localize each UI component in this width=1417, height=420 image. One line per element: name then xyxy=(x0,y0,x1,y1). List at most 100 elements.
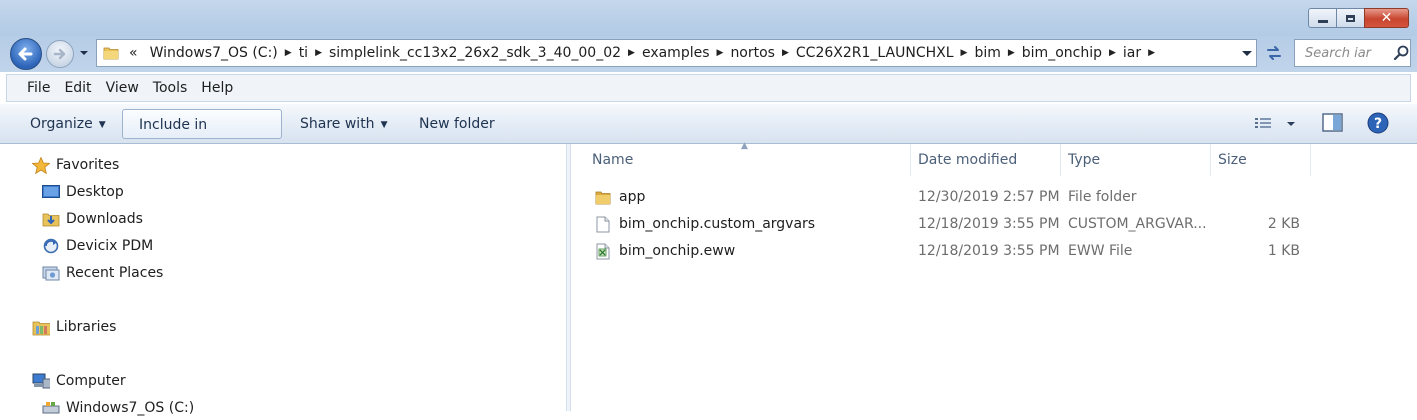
address-bar[interactable]: « Windows7_OS (C:) ▶ ti ▶ simplelink_cc1… xyxy=(96,39,1257,67)
breadcrumb-item[interactable]: Windows7_OS (C:) xyxy=(144,45,284,61)
nav-devicix-pdm[interactable]: Devicix PDM xyxy=(42,234,153,258)
include-in-library-button[interactable]: Include in library▼ xyxy=(122,109,282,163)
breadcrumb-item[interactable]: CC26X2R1_LAUNCHXL xyxy=(790,45,960,61)
menu-bar: File Edit View Tools Help xyxy=(6,74,1411,102)
libraries-icon xyxy=(32,319,50,335)
file-date: 12/18/2019 3:55 PM xyxy=(918,243,1060,259)
file-name: bim_onchip.custom_argvars xyxy=(619,216,816,232)
column-header-date[interactable]: Date modified xyxy=(911,144,1061,176)
breadcrumb-item[interactable]: iar xyxy=(1117,45,1147,61)
file-type: EWW File xyxy=(1068,243,1133,259)
nav-label: Downloads xyxy=(66,211,143,227)
desktop-icon xyxy=(42,184,60,200)
nav-drive-c[interactable]: Windows7_OS (C:) xyxy=(42,396,194,420)
column-header-type[interactable]: Type xyxy=(1061,144,1211,176)
nav-libraries[interactable]: Libraries xyxy=(32,315,116,339)
chevron-right-icon[interactable]: ▶ xyxy=(716,48,725,58)
breadcrumb-overflow[interactable]: « xyxy=(127,45,144,61)
sync-globe-icon xyxy=(42,238,60,254)
chevron-right-icon[interactable]: ▶ xyxy=(284,48,293,58)
refresh-icon xyxy=(1267,46,1281,60)
blank-file-icon xyxy=(596,216,610,233)
file-type: CUSTOM_ARGVAR... xyxy=(1068,216,1207,232)
preview-pane-button[interactable] xyxy=(1322,113,1344,135)
recent-pages-dropdown-icon[interactable] xyxy=(79,48,89,58)
breadcrumb-item[interactable]: simplelink_cc13x2_26x2_sdk_3_40_00_02 xyxy=(323,45,627,61)
breadcrumb-item[interactable]: examples xyxy=(636,45,716,61)
file-size: 2 KB xyxy=(1267,216,1300,232)
nav-label: Computer xyxy=(56,373,126,389)
folder-icon xyxy=(103,47,119,60)
title-bar: ✕ xyxy=(0,0,1417,36)
sort-ascending-icon: ▲ xyxy=(741,141,748,151)
maximize-icon xyxy=(1346,14,1355,22)
nav-label: Favorites xyxy=(56,157,120,173)
close-button[interactable]: ✕ xyxy=(1364,8,1409,28)
back-arrow-icon xyxy=(18,47,33,61)
file-date: 12/30/2019 2:57 PM xyxy=(918,189,1060,205)
menu-tools[interactable]: Tools xyxy=(146,75,195,101)
menu-view[interactable]: View xyxy=(99,75,146,101)
chevron-right-icon[interactable]: ▶ xyxy=(314,48,323,58)
breadcrumb-item[interactable]: bim xyxy=(968,45,1006,61)
chevron-right-icon[interactable]: ▶ xyxy=(1007,48,1016,58)
window-controls: ✕ xyxy=(1308,8,1409,28)
nav-label: Recent Places xyxy=(66,265,164,281)
file-row[interactable]: app 12/30/2019 2:57 PM File folder xyxy=(571,184,1417,211)
chevron-right-icon[interactable]: ▶ xyxy=(1147,48,1156,58)
address-history-dropdown-icon[interactable] xyxy=(1242,50,1252,58)
change-view-button[interactable] xyxy=(1254,113,1298,135)
svg-text:?: ? xyxy=(1374,116,1382,132)
nav-favorites[interactable]: Favorites xyxy=(32,153,119,177)
file-row[interactable]: bim_onchip.custom_argvars 12/18/2019 3:5… xyxy=(571,211,1417,238)
star-icon xyxy=(32,156,50,174)
column-header-size[interactable]: Size xyxy=(1211,144,1311,176)
minimize-button[interactable] xyxy=(1308,8,1337,28)
file-date: 12/18/2019 3:55 PM xyxy=(918,216,1060,232)
close-icon: ✕ xyxy=(1380,10,1393,26)
nav-desktop[interactable]: Desktop xyxy=(42,180,124,204)
minimize-icon xyxy=(1317,19,1328,23)
organize-label: Organize xyxy=(30,116,93,132)
search-input[interactable] xyxy=(1303,44,1393,62)
share-with-button[interactable]: Share with ▼ xyxy=(300,109,387,139)
file-size xyxy=(1210,184,1300,211)
breadcrumb-item[interactable]: nortos xyxy=(724,45,781,61)
menu-file[interactable]: File xyxy=(20,75,57,101)
new-folder-button[interactable]: New folder xyxy=(419,109,495,139)
refresh-button[interactable] xyxy=(1261,40,1287,66)
nav-computer[interactable]: Computer xyxy=(32,369,126,393)
back-button[interactable] xyxy=(10,38,42,70)
nav-recent-places[interactable]: Recent Places xyxy=(42,261,163,285)
chevron-right-icon[interactable]: ▶ xyxy=(1108,48,1117,58)
nav-downloads[interactable]: Downloads xyxy=(42,207,143,231)
nav-label: Libraries xyxy=(56,319,117,335)
preview-pane-icon xyxy=(1322,113,1343,132)
file-name: bim_onchip.eww xyxy=(619,243,736,259)
nav-label: Windows7_OS (C:) xyxy=(66,400,195,416)
file-name: app xyxy=(619,189,646,205)
organize-button[interactable]: Organize ▼ xyxy=(30,109,106,139)
chevron-right-icon[interactable]: ▶ xyxy=(781,48,790,58)
chevron-down-icon: ▼ xyxy=(380,120,388,130)
breadcrumb: « Windows7_OS (C:) ▶ ti ▶ simplelink_cc1… xyxy=(127,45,1156,61)
maximize-button[interactable] xyxy=(1336,8,1365,28)
search-icon[interactable] xyxy=(1393,45,1409,61)
search-box[interactable] xyxy=(1294,39,1411,67)
breadcrumb-item[interactable]: ti xyxy=(293,45,314,61)
command-bar: Organize ▼ Include in library▼ Share with… xyxy=(0,104,1417,163)
menu-help[interactable]: Help xyxy=(194,75,240,101)
breadcrumb-item[interactable]: bim_onchip xyxy=(1016,45,1108,61)
computer-icon xyxy=(32,373,50,389)
view-details-icon xyxy=(1255,118,1295,128)
navigation-pane: Favorites Desktop Downloads Devicix PDM … xyxy=(0,144,566,416)
forward-arrow-icon xyxy=(53,48,66,60)
forward-button[interactable] xyxy=(46,40,74,68)
chevron-right-icon[interactable]: ▶ xyxy=(960,48,969,58)
recent-places-icon xyxy=(42,265,60,281)
menu-edit[interactable]: Edit xyxy=(57,75,98,101)
chevron-right-icon[interactable]: ▶ xyxy=(627,48,636,58)
eww-file-icon xyxy=(596,243,610,260)
help-button[interactable]: ? xyxy=(1367,112,1389,136)
file-row[interactable]: bim_onchip.eww 12/18/2019 3:55 PM EWW Fi… xyxy=(571,238,1417,265)
